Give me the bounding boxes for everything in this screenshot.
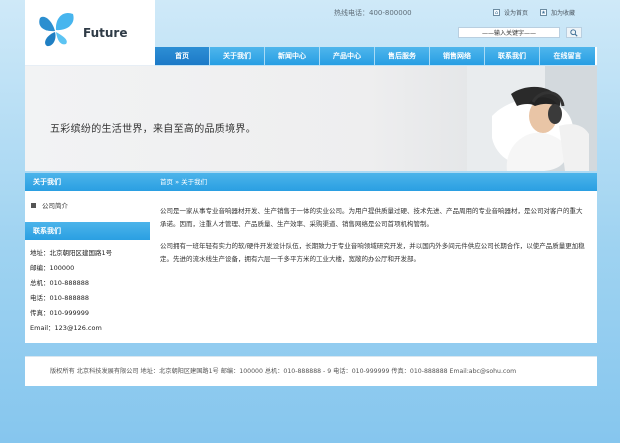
main-nav: 首页 关于我们 新闻中心 产品中心 售后服务 销售网络 联系我们 在线留言	[155, 47, 597, 65]
sidebar-item-company-profile[interactable]: 公司简介	[31, 200, 150, 210]
banner-slogan: 五彩缤纷的生活世界，来自至高的品质境界。	[50, 124, 256, 135]
nav-contact[interactable]: 联系我们	[485, 47, 540, 65]
breadcrumb-current[interactable]: 关于我们	[181, 178, 207, 186]
add-favorite-label: 加为收藏	[551, 10, 576, 17]
logo-text: Future	[83, 26, 128, 40]
search-bar: ——输入关键字——	[458, 27, 582, 38]
sidebar-item-label: 公司简介	[42, 202, 68, 210]
contact-email: Email：123@126.com	[30, 324, 102, 332]
add-favorite-link[interactable]: ★ 加为收藏	[540, 8, 575, 17]
banner-photo-woman-headphones	[467, 66, 597, 171]
page: Future 热线电话：400-800000 ⌂ 设为首页 ★ 加为收藏 ——输…	[25, 0, 597, 443]
nav-message[interactable]: 在线留言	[540, 47, 595, 65]
about-section-title: 关于我们	[25, 173, 150, 191]
nav-home[interactable]: 首页	[155, 47, 210, 65]
article-paragraph: 公司拥有一班年轻有实力的软/硬件开发设计队伍，长期致力于专业音响领域研究开发，并…	[160, 242, 585, 263]
nav-news[interactable]: 新闻中心	[265, 47, 320, 65]
breadcrumb: 首页 » 关于我们	[150, 173, 597, 191]
nav-service[interactable]: 售后服务	[375, 47, 430, 65]
home-icon: ⌂	[493, 9, 500, 16]
contact-fax: 传真：010-999999	[30, 309, 90, 317]
hotline-text: 热线电话：400-800000	[334, 9, 412, 17]
footer: 版权所有 北京科技发展有限公司 地址：北京朝阳区建国路1号 邮编：100000 …	[25, 356, 597, 386]
contact-section-title: 联系我们	[25, 222, 150, 240]
set-homepage-label: 设为首页	[504, 10, 529, 17]
nav-about[interactable]: 关于我们	[210, 47, 265, 65]
contact-phone: 电话：010-888888	[30, 294, 90, 302]
breadcrumb-separator: »	[173, 178, 182, 186]
search-icon	[570, 28, 578, 37]
set-homepage-link[interactable]: ⌂ 设为首页	[493, 8, 528, 17]
contact-list: 地址：北京朝阳区建国路1号 邮编：100000 总机：010-888888 电话…	[25, 240, 150, 336]
banner: 五彩缤纷的生活世界，来自至高的品质境界。	[25, 66, 597, 171]
top-links: ⌂ 设为首页 ★ 加为收藏	[493, 8, 575, 17]
nav-sales[interactable]: 销售网络	[430, 47, 485, 65]
nav-products[interactable]: 产品中心	[320, 47, 375, 65]
main-content: 首页 » 关于我们 公司是一家从事专业音响器材开发、生产销售于一体的实业公司。为…	[150, 173, 597, 343]
article-paragraph: 公司是一家从事专业音响器材开发、生产销售于一体的实业公司。为用户提供质量过硬、技…	[160, 207, 583, 228]
star-icon: ★	[540, 9, 548, 16]
logo[interactable]: Future	[25, 0, 155, 66]
breadcrumb-home[interactable]: 首页	[160, 178, 173, 186]
search-input[interactable]: ——输入关键字——	[458, 27, 560, 38]
article-body: 公司是一家从事专业音响器材开发、生产销售于一体的实业公司。为用户提供质量过硬、技…	[150, 191, 597, 266]
butterfly-logo-icon	[39, 12, 74, 47]
search-button[interactable]	[566, 27, 582, 38]
square-bullet-icon	[31, 202, 36, 208]
contact-switchboard: 总机：010-888888	[30, 279, 90, 287]
left-sidebar: 关于我们 公司简介 联系我们 地址：北京朝阳区建国路1号 邮编：100000 总…	[25, 173, 150, 343]
contact-address: 地址：北京朝阳区建国路1号	[30, 249, 113, 257]
contact-postcode: 邮编：100000	[30, 264, 75, 272]
